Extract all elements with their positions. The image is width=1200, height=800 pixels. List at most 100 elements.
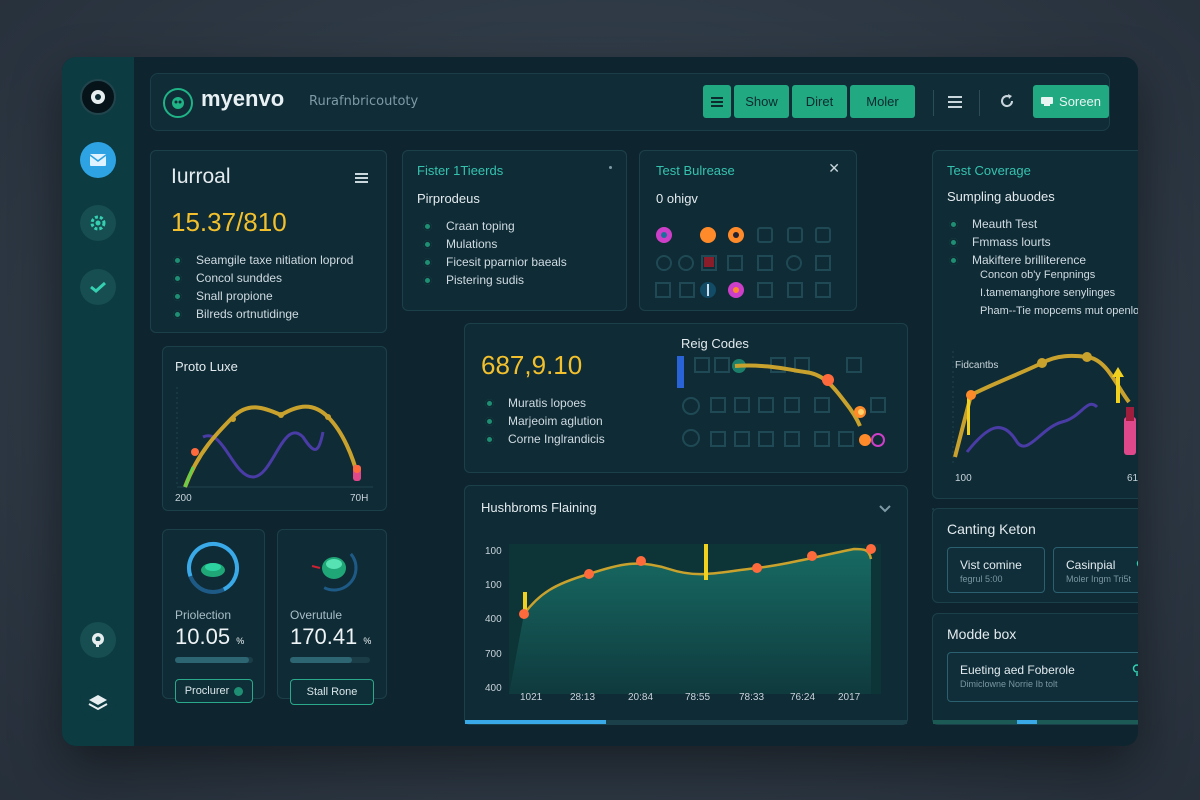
y-tick: 100 [485,546,502,557]
option-card[interactable]: Eueting aed Foberole Dimiclowne Norrie I… [947,652,1138,702]
tagline: Rurafnbricoutoty [309,94,419,109]
location-pin-icon [1136,556,1138,575]
x-tick: 2017 [838,692,861,703]
location-pin-icon [1132,661,1138,680]
mini-value: 170.41 % [290,624,372,649]
menu-button[interactable] [703,85,731,118]
brand-name: myenvo [201,86,285,111]
more-icon[interactable] [609,166,612,169]
bullet-icon [173,309,182,319]
panel-subtitle: Sumpling abuodes [947,189,1055,204]
panel-value: 687,9.10 [481,350,583,380]
note-line: Pham--Tie mopcems mut openlond [980,305,1138,317]
mini-label: Priolection [175,608,232,622]
list-item: Seamgile taxe nitiation loprod [173,251,353,269]
mini-value: 10.05 % [175,624,245,649]
x-tick: 200 [175,493,192,504]
x-tick: 78:55 [685,692,711,703]
monitor-icon [1041,97,1054,106]
panel-title: Test Bulrease [656,163,735,178]
mail-icon[interactable] [80,142,116,178]
list-item: Snall propione [173,287,353,305]
bullet-icon [423,239,432,249]
area-chart [509,544,881,694]
scrollbar-thumb[interactable] [465,720,607,724]
panel-modde-box: Modde box Eueting aed Foberole Dimiclown… [932,613,1138,725]
chat-icon[interactable] [80,622,116,658]
moler-button[interactable]: Moler [850,85,915,118]
list-item: Pistering sudis [423,271,567,289]
progress-track [290,657,370,663]
check-icon[interactable] [80,269,116,305]
layers-icon[interactable] [80,685,116,721]
path-chart [677,356,886,447]
y-tick: 100 [485,580,502,591]
proclurer-button[interactable]: Proclurer [175,679,253,703]
screen-button[interactable]: Soreen [1033,85,1109,118]
refresh-icon[interactable] [999,93,1015,113]
main-area: myenvo Rurafnbricoutoty Show Diret Moler… [134,57,1138,746]
list-item: Bilreds ortnutidinge [173,305,353,323]
bullet-icon [485,416,494,426]
scrollbar-track[interactable] [933,720,1138,724]
x-tick: 28:13 [570,692,596,703]
x-tick: 610 [1127,473,1138,484]
gear-icon[interactable] [80,205,116,241]
option-card[interactable]: Casinpial Moler Ingm Tri5t [1053,547,1138,593]
show-button[interactable]: Show [734,85,789,118]
panel-reig-codes: 687,9.10 Reig Codes Muratis lopoes Marje… [464,323,908,473]
diret-button[interactable]: Diret [792,85,847,118]
bullet-icon [173,273,182,283]
list-item: Meauth Test [949,215,1086,233]
panel-title: Reig Codes [681,336,749,351]
menu-icon[interactable] [355,169,368,188]
x-tick: 100 [955,473,972,484]
x-tick: 20:84 [628,692,654,703]
mini-label: Overutule [290,608,343,622]
panel-iurroal: Iurroal 15.37/810 Seamgile taxe nitiatio… [150,150,387,333]
list-item: Marjeoim aglution [485,412,605,430]
icon-grid [655,227,831,298]
list-item: Ficesit pparnior baeals [423,253,567,271]
option-card[interactable]: Vist comine fegrul 5:00 [947,547,1045,593]
panel-list: Meauth Test Fmmass lourts Makiftere bril… [949,215,1086,269]
list-item: Makiftere brilliterence [949,251,1086,269]
stall-rone-button[interactable]: Stall Rone [290,679,374,705]
close-icon[interactable]: ✕ [828,161,840,177]
screen-button-label: Soreen [1059,94,1101,109]
panel-title: Fister 1Tieerds [417,163,504,178]
list-item: Craan toping [423,217,567,235]
bullet-icon [423,221,432,231]
scrollbar-thumb[interactable] [1017,720,1037,724]
bullet-icon [485,398,494,408]
panel-canting-keton: Canting Keton Vist comine fegrul 5:00 Ca… [932,508,1138,603]
bullet-icon [173,291,182,301]
y-tick: 700 [485,649,502,660]
x-tick: 76:24 [790,692,816,703]
panel-proto-luxe: Proto Luxe 200 70H [162,346,387,511]
chevron-down-icon[interactable] [879,498,891,517]
y-tick: 400 [485,683,502,694]
bullet-icon [949,237,958,247]
mini-card-overutule: Overutule 170.41 % Stall Rone [277,529,387,705]
scrollbar-track[interactable] [465,720,907,724]
panel-title: Test Coverage [947,163,1031,178]
list-icon[interactable] [948,94,962,113]
progress-fill [290,657,353,663]
list-item: Fmmass lourts [949,233,1086,251]
panel-subtitle: Pirprodeus [417,191,480,206]
panel-title: Iurroal [171,165,231,188]
bullet-icon [173,255,182,265]
bullet-icon [949,255,958,265]
app-window: myenvo Rurafnbricoutoty Show Diret Moler… [62,57,1138,746]
list-item: Muratis lopoes [485,394,605,412]
note-line: I.tamemanghore senylinges [980,287,1116,299]
top-bar: myenvo Rurafnbricoutoty Show Diret Moler… [150,73,1110,131]
divider [979,90,980,116]
status-dot-icon [234,686,244,696]
profile-icon[interactable] [80,79,116,115]
panel-list: Craan toping Mulations Ficesit pparnior … [423,217,567,289]
list-item: Mulations [423,235,567,253]
bullet-icon [949,219,958,229]
y-tick: 400 [485,614,502,625]
